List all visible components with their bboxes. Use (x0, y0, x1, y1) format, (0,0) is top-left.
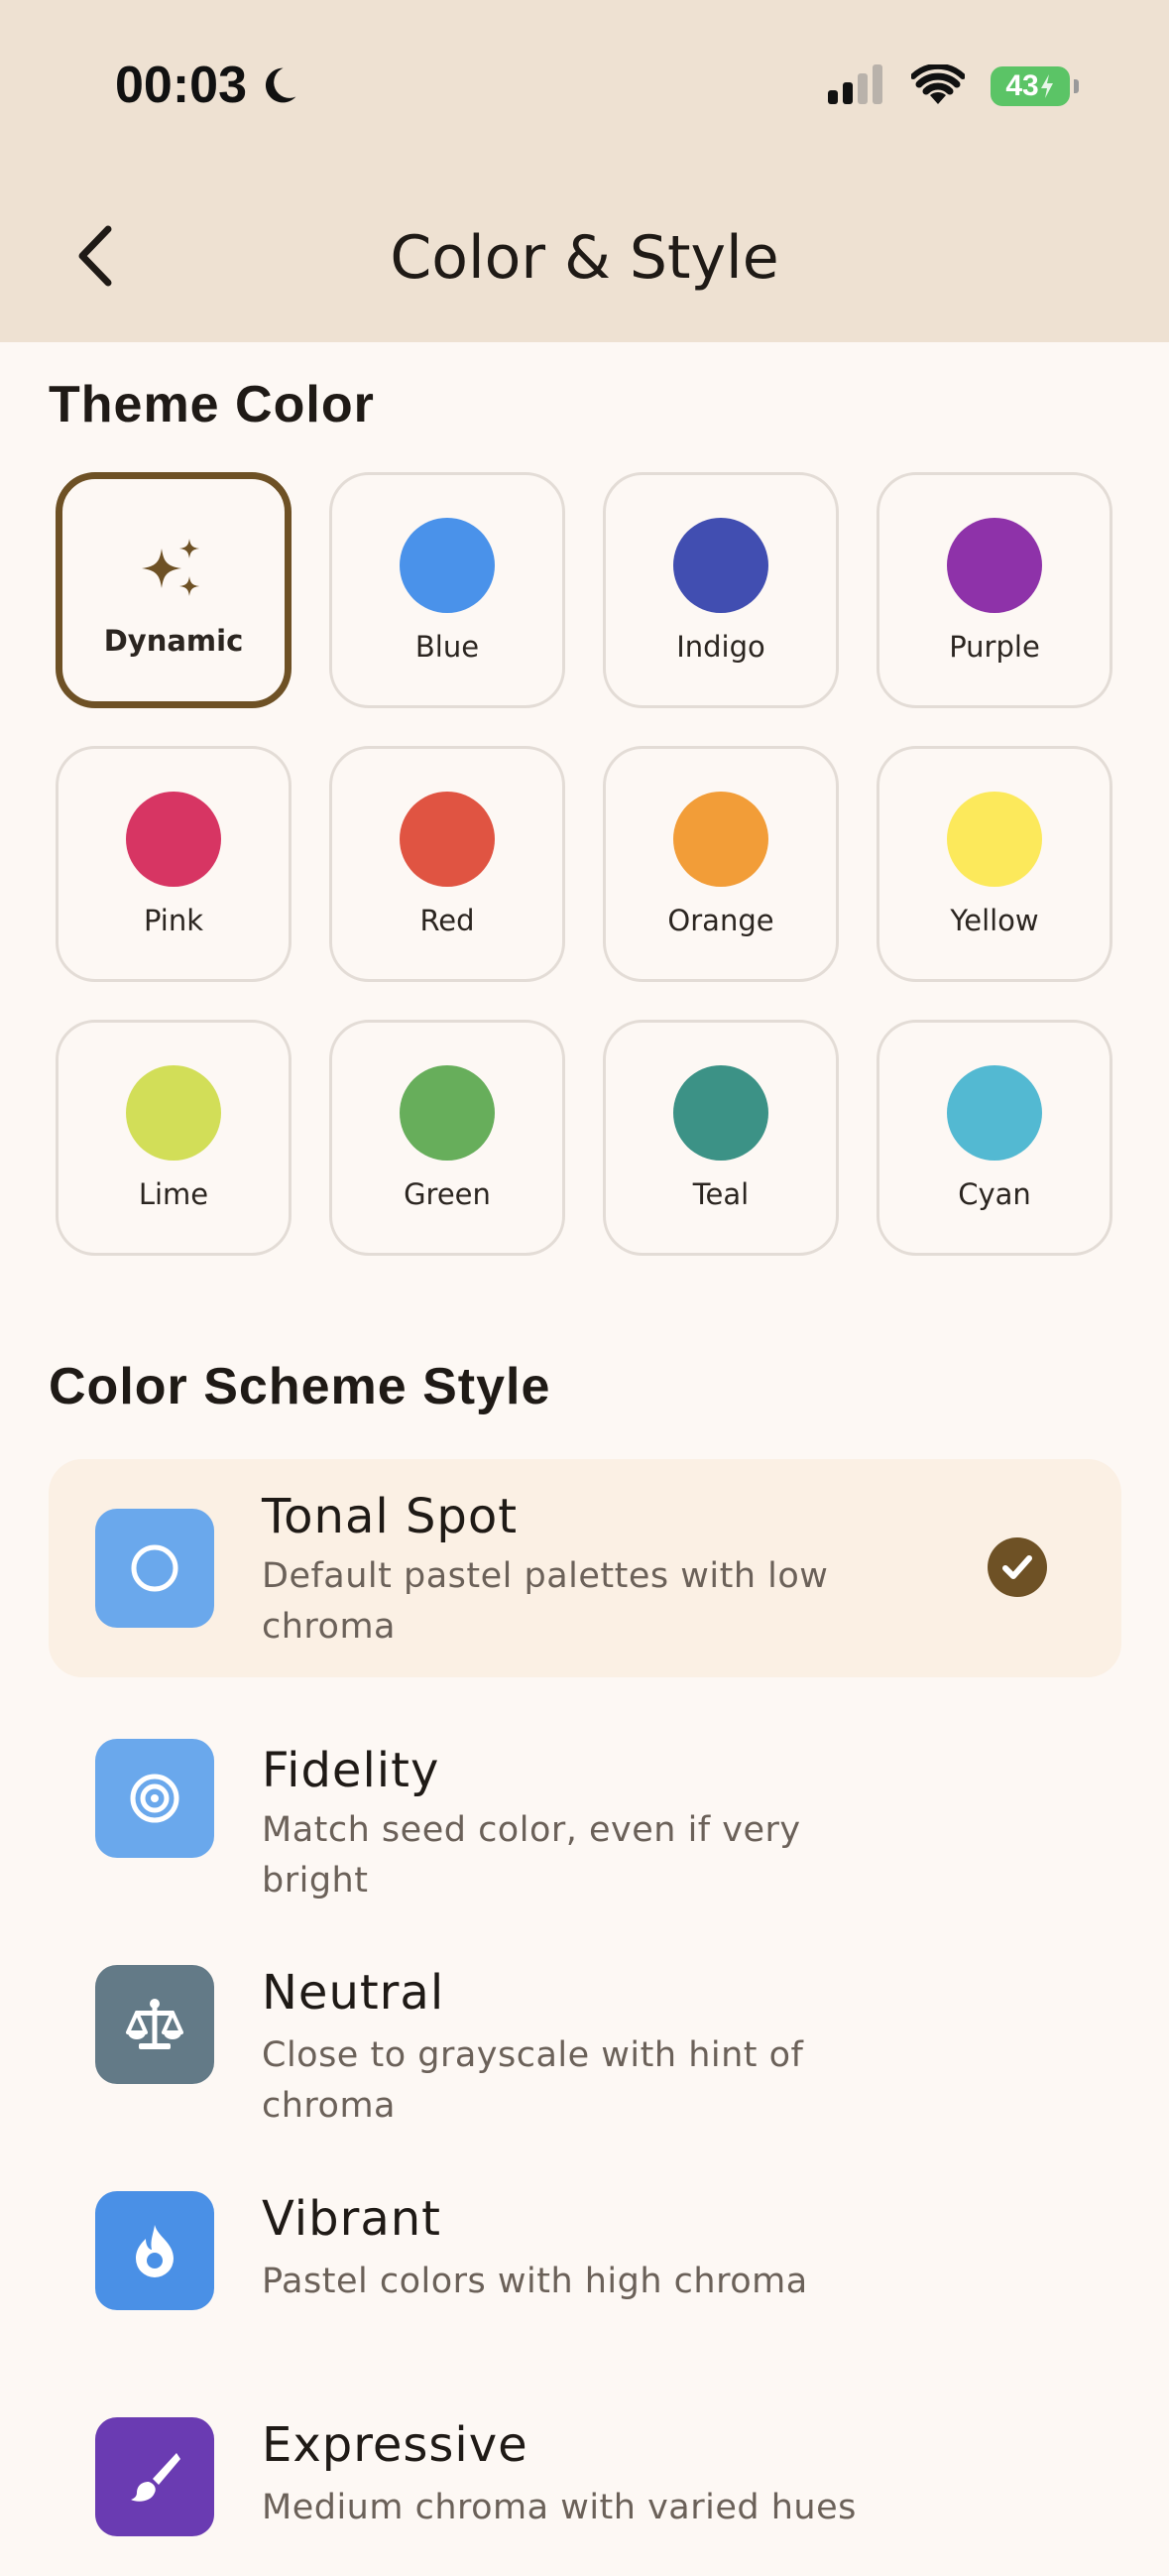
theme-option-label: Lime (138, 1177, 209, 1211)
scheme-item-fidelity[interactable]: Fidelity Match seed color, even if very … (49, 1679, 1121, 1901)
color-swatch (673, 1065, 768, 1161)
theme-option-cyan[interactable]: Cyan (877, 1020, 1112, 1256)
theme-option-blue[interactable]: Blue (329, 472, 565, 708)
scheme-item-expressive[interactable]: Expressive Medium chroma with varied hue… (49, 2358, 1121, 2576)
color-swatch (126, 792, 221, 887)
theme-color-heading: Theme Color (49, 376, 375, 433)
scheme-description: Pastel colors with high chroma (262, 2262, 808, 2301)
theme-option-pink[interactable]: Pink (56, 746, 292, 982)
cellular-signal-icon (826, 64, 885, 108)
theme-option-red[interactable]: Red (329, 746, 565, 982)
theme-option-dynamic[interactable]: Dynamic (56, 472, 292, 708)
circle-outline-icon (95, 1509, 214, 1628)
wifi-icon (910, 62, 966, 108)
color-swatch (673, 518, 768, 613)
battery-indicator: 43 (991, 66, 1079, 106)
page-title: Color & Style (390, 223, 779, 293)
theme-option-teal[interactable]: Teal (603, 1020, 839, 1256)
theme-option-lime[interactable]: Lime (56, 1020, 292, 1256)
balance-scale-icon (95, 1965, 214, 2084)
moon-icon (257, 63, 300, 107)
checkmark-icon (988, 1537, 1047, 1597)
theme-option-indigo[interactable]: Indigo (603, 472, 839, 708)
scheme-name: Fidelity (262, 1743, 440, 1798)
scheme-name: Tonal Spot (262, 1489, 519, 1544)
theme-option-label: Cyan (958, 1177, 1031, 1211)
battery-level: 43 (1005, 69, 1039, 102)
theme-option-label: Yellow (950, 904, 1039, 937)
scheme-description: Default pastel palettes with low chroma (262, 1556, 829, 1647)
status-time: 00:03 (115, 52, 300, 119)
theme-option-label: Orange (667, 904, 774, 937)
status-icons: 43 (826, 60, 1079, 113)
theme-option-label: Blue (414, 630, 480, 664)
color-swatch (947, 1065, 1042, 1161)
color-swatch (126, 1065, 221, 1161)
flame-icon (95, 2191, 214, 2310)
brush-icon (95, 2417, 214, 2536)
color-swatch (673, 792, 768, 887)
sparkle-icon (142, 539, 199, 596)
color-swatch (947, 792, 1042, 887)
scheme-description: Medium chroma with varied hues (262, 2488, 857, 2527)
color-swatch (400, 792, 495, 887)
theme-option-purple[interactable]: Purple (877, 472, 1112, 708)
theme-option-label: Teal (692, 1177, 750, 1211)
charging-bolt-icon (1040, 74, 1053, 98)
scheme-name: Vibrant (262, 2191, 441, 2247)
scheme-description: Match seed color, even if very bright (262, 1810, 801, 1901)
status-time-text: 00:03 (115, 57, 247, 114)
scheme-item-vibrant[interactable]: Vibrant Pastel colors with high chroma (49, 2132, 1121, 2350)
top-app-bar: 00:03 43 Color & Style (0, 0, 1169, 342)
theme-option-label: Dynamic (103, 624, 244, 658)
scheme-description: Close to grayscale with hint of chroma (262, 2035, 804, 2126)
theme-option-label: Red (419, 904, 475, 937)
scheme-name: Neutral (262, 1965, 445, 2021)
theme-option-green[interactable]: Green (329, 1020, 565, 1256)
theme-option-label: Green (404, 1177, 491, 1211)
color-scheme-style-heading: Color Scheme Style (49, 1358, 551, 1415)
theme-option-label: Indigo (676, 630, 765, 664)
color-swatch (947, 518, 1042, 613)
scheme-item-neutral[interactable]: Neutral Close to grayscale with hint of … (49, 1905, 1121, 2126)
scheme-item-tonal-spot[interactable]: Tonal Spot Default pastel palettes with … (49, 1459, 1121, 1677)
theme-option-label: Pink (143, 904, 204, 937)
scheme-name: Expressive (262, 2417, 528, 2473)
color-swatch (400, 518, 495, 613)
theme-option-orange[interactable]: Orange (603, 746, 839, 982)
theme-option-yellow[interactable]: Yellow (877, 746, 1112, 982)
color-swatch (400, 1065, 495, 1161)
theme-option-label: Purple (949, 630, 1040, 664)
target-icon (95, 1739, 214, 1858)
